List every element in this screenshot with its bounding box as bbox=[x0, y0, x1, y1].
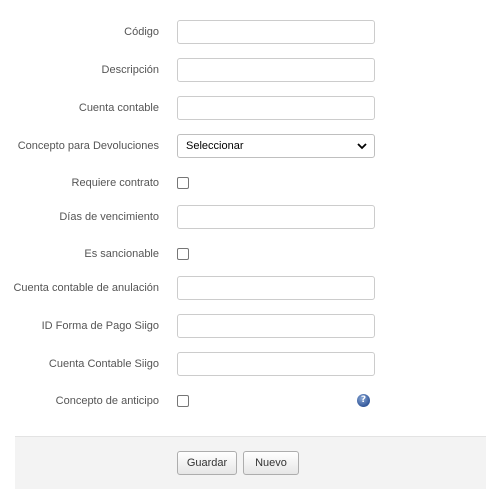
concepto-devoluciones-select[interactable]: Seleccionar bbox=[177, 134, 375, 158]
row-cuenta-anulacion: Cuenta contable de anulación bbox=[0, 276, 486, 300]
cuenta-contable-label: Cuenta contable bbox=[78, 102, 159, 114]
row-id-forma-pago-siigo: ID Forma de Pago Siigo bbox=[0, 314, 486, 338]
concepto-anticipo-checkbox[interactable] bbox=[177, 395, 189, 407]
save-button[interactable]: Guardar bbox=[177, 451, 237, 475]
row-cuenta-contable: Cuenta contable bbox=[0, 96, 486, 120]
cuenta-anulacion-input[interactable] bbox=[177, 276, 375, 300]
id-forma-pago-siigo-input[interactable] bbox=[177, 314, 375, 338]
requiere-contrato-label: Requiere contrato bbox=[71, 177, 159, 189]
cuenta-anulacion-label: Cuenta contable de anulación bbox=[13, 282, 159, 294]
es-sancionable-label: Es sancionable bbox=[84, 248, 159, 260]
row-concepto-devoluciones: Concepto para Devoluciones Seleccionar bbox=[0, 134, 486, 158]
codigo-label: Código bbox=[124, 26, 159, 38]
codigo-input[interactable] bbox=[177, 20, 375, 44]
row-descripcion: Descripción bbox=[0, 58, 486, 82]
row-concepto-anticipo: Concepto de anticipo ? bbox=[0, 389, 486, 413]
dias-vencimiento-label: Días de vencimiento bbox=[59, 211, 159, 223]
new-button[interactable]: Nuevo bbox=[243, 451, 299, 475]
help-icon[interactable]: ? bbox=[357, 394, 370, 407]
dias-vencimiento-input[interactable] bbox=[177, 205, 375, 229]
row-es-sancionable: Es sancionable bbox=[0, 242, 486, 266]
cuenta-contable-siigo-label: Cuenta Contable Siigo bbox=[48, 358, 159, 370]
concepto-devoluciones-label: Concepto para Devoluciones bbox=[17, 140, 159, 152]
chevron-down-icon bbox=[357, 143, 367, 150]
requiere-contrato-checkbox[interactable] bbox=[177, 177, 189, 189]
cuenta-contable-input[interactable] bbox=[177, 96, 375, 120]
row-dias-vencimiento: Días de vencimiento bbox=[0, 205, 486, 229]
descripcion-input[interactable] bbox=[177, 58, 375, 82]
cuenta-contable-siigo-input[interactable] bbox=[177, 352, 375, 376]
select-value: Seleccionar bbox=[186, 140, 244, 152]
concepto-anticipo-label: Concepto de anticipo bbox=[55, 395, 159, 407]
row-requiere-contrato: Requiere contrato bbox=[0, 171, 486, 195]
descripcion-label: Descripción bbox=[101, 64, 159, 76]
row-cuenta-contable-siigo: Cuenta Contable Siigo bbox=[0, 352, 486, 376]
es-sancionable-checkbox[interactable] bbox=[177, 248, 189, 260]
form-actions: Guardar Nuevo bbox=[15, 436, 486, 489]
row-codigo: Código bbox=[0, 20, 486, 44]
id-forma-pago-siigo-label: ID Forma de Pago Siigo bbox=[41, 320, 159, 332]
